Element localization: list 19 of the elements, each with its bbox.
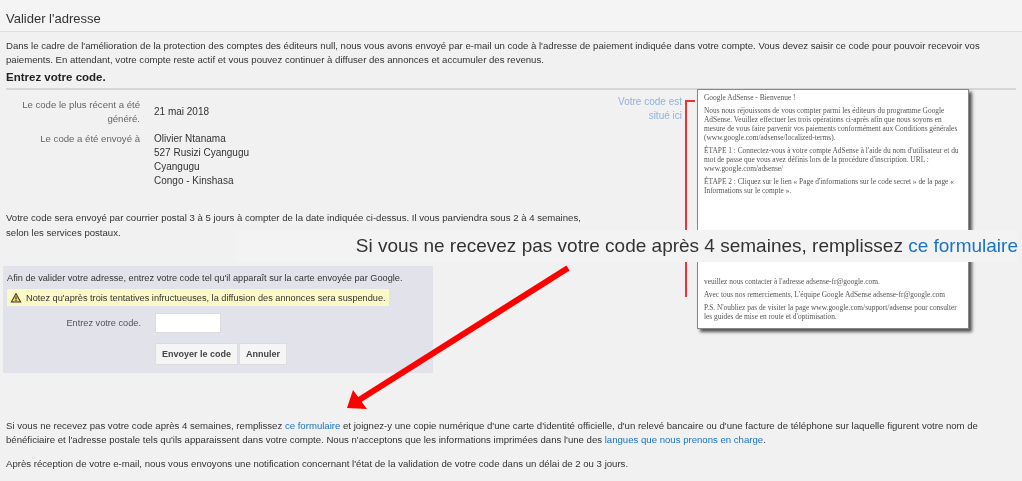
form-instruction: Afin de valider votre adresse, entrez votre code tel qu'il apparaît sur la carte envoyée par Google.: [7, 272, 404, 285]
detail-label: Le code a été envoyé à: [39, 132, 140, 146]
intro-paragraph: Dans le cadre de l'amélioration de la protection des comptes des éditeurs null, nous vous avons envoyé par e-mail un code à l'adresse de paiement indiquée dans votre compte. Vous devez saisir ce code pour pouvoir recevoir vos paiements. En attendant, votre compte reste actif et vous pouvez continuer à diffuser des annonces et accumuler des revenus.: [6, 39, 981, 67]
link[interactable]: ce formulaire: [284, 420, 341, 431]
submit-button[interactable]: Envoyer le code: [155, 343, 239, 365]
detail-label: Le code le plus récent a été généré.: [21, 98, 140, 126]
footer-paragraph: Après réception de votre e-mail, nous vous envoyons une notification concernant l'état de la validation de votre code dans un délai de 2 ou 3 jours.: [6, 457, 630, 471]
detail-value: Cyangugu: [154, 160, 201, 174]
link[interactable]: ce formulaire: [908, 235, 1018, 256]
detail-value: Olivier Ntanama: [154, 132, 227, 146]
footer-paragraph: Si vous ne recevez pas votre code après 4 semaines, remplissez ce formulaire et joignez-y une copie numérique d'une carte d'identité officielle, d'un relevé bancaire ou d'une facture de téléphone sur laquelle figurent votre nom de bénéficiaire et l'adresse postale tels qu'ils apparaissent dans votre compte. Nous n'acceptons que les informations imprimées dans l'une des langues que nous prenons en charge.: [6, 419, 979, 447]
detail-value: Congo - Kinshasa: [154, 174, 235, 188]
cancel-button[interactable]: Annuler: [239, 343, 288, 365]
field-label: Entrez votre code.: [65, 318, 142, 328]
detail-value: 527 Rusizi Cyangugu: [154, 146, 251, 160]
detail-value: 21 mai 2018: [154, 105, 211, 119]
warning-icon: [10, 292, 22, 303]
code-input[interactable]: [155, 313, 221, 333]
warning-text: Notez qu'après trois tentatives infructueuses, la diffusion des annonces sera suspendue.: [26, 292, 386, 303]
